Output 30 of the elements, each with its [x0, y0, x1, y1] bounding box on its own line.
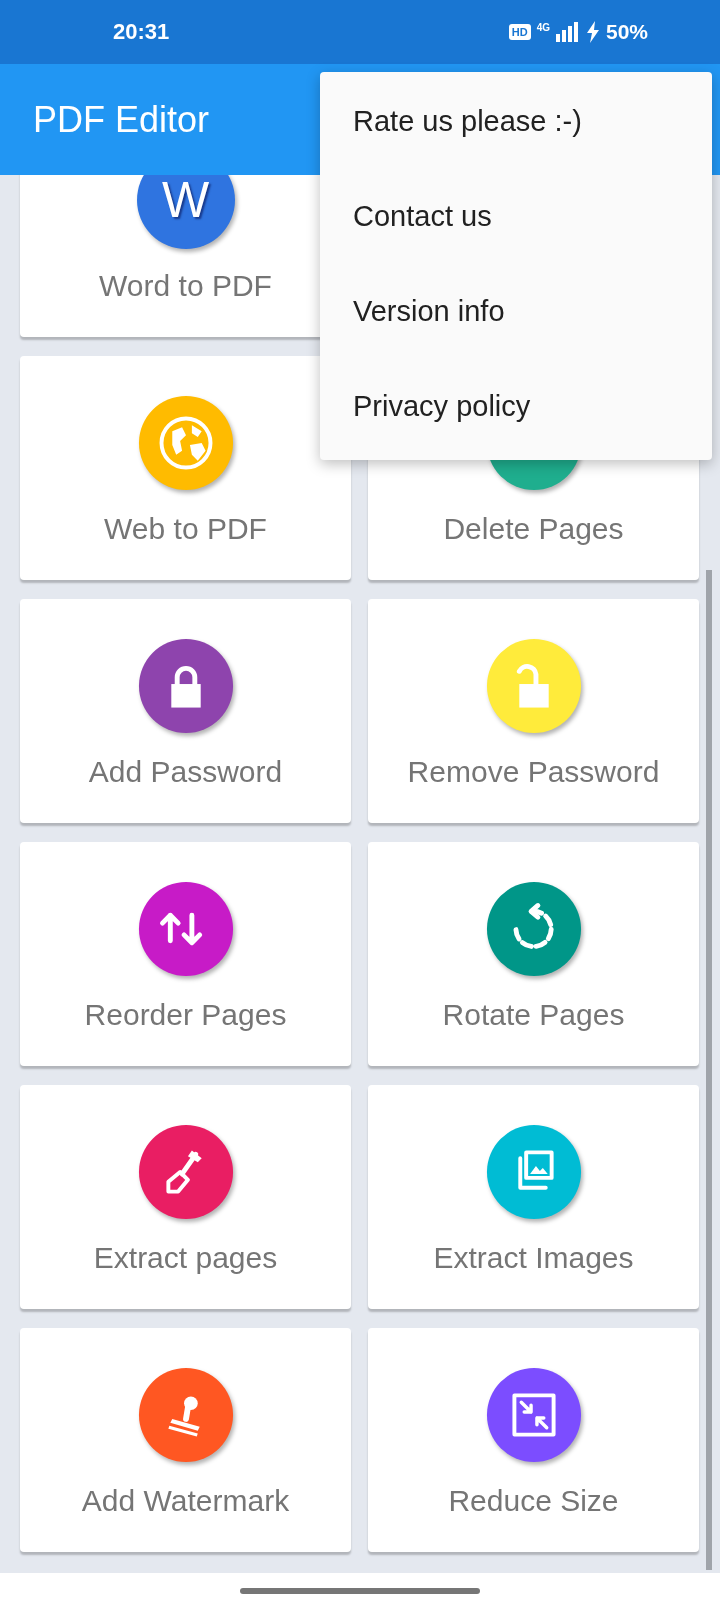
app-title: PDF Editor	[33, 98, 210, 141]
tool-card[interactable]: Remove Password	[368, 599, 699, 823]
tool-card[interactable]: Extract pages	[20, 1085, 351, 1309]
tool-card[interactable]: Web to PDF	[20, 356, 351, 580]
menu-item[interactable]: Contact us	[320, 169, 712, 264]
menu-item[interactable]: Rate us please :-)	[320, 74, 712, 169]
shovel-icon	[136, 1123, 235, 1221]
menu-item[interactable]: Version info	[320, 264, 712, 359]
tool-card[interactable]: Reduce Size	[368, 1328, 699, 1552]
tool-card[interactable]: Add Watermark	[20, 1328, 351, 1552]
hd-badge: HD	[508, 24, 531, 40]
reorder-icon	[136, 880, 235, 978]
lock-icon	[136, 637, 235, 735]
icon-letter: W	[161, 175, 210, 229]
compress-icon	[484, 1366, 583, 1464]
rotate-icon	[484, 880, 583, 978]
tool-card[interactable]: Extract Images	[368, 1085, 699, 1309]
tool-card[interactable]: Add Password	[20, 599, 351, 823]
status-time: 20:31	[113, 19, 170, 45]
signal-icon	[555, 22, 580, 42]
home-indicator[interactable]	[240, 1587, 480, 1594]
tool-card[interactable]: Reorder Pages	[20, 842, 351, 1066]
globe-icon	[136, 394, 235, 492]
network-type: 4G	[536, 22, 550, 33]
tool-card[interactable]: Rotate Pages	[368, 842, 699, 1066]
images-icon	[484, 1123, 583, 1221]
battery-level: 50%	[605, 20, 648, 44]
stamp-icon	[136, 1366, 235, 1464]
unlock-icon	[484, 637, 583, 735]
charging-icon	[585, 21, 600, 43]
